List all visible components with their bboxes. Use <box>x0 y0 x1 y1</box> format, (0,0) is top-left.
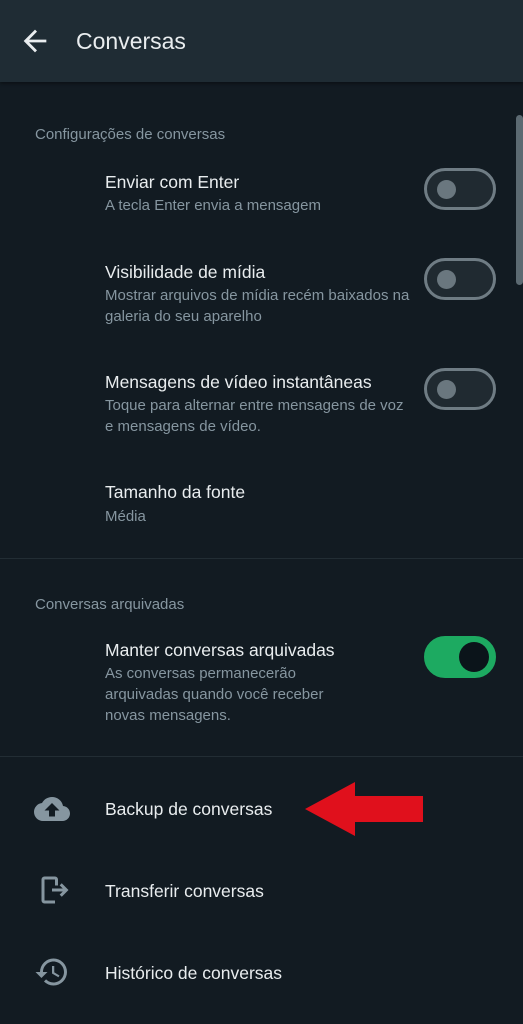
phone-transfer-icon <box>34 872 70 908</box>
setting-title: Mensagens de vídeo instantâneas <box>105 372 372 392</box>
history-icon <box>34 954 70 990</box>
setting-instant-video-messages[interactable]: Mensagens de vídeo instantâneas Toque pa… <box>0 360 523 460</box>
menu-item-transfer-chats[interactable]: Transferir conversas <box>0 852 523 930</box>
enter-to-send-toggle[interactable] <box>424 168 496 210</box>
page-title: Conversas <box>76 28 186 54</box>
setting-subtitle: A tecla Enter envia a mensagem <box>105 197 321 214</box>
setting-subtitle: Média <box>105 508 146 525</box>
setting-title: Enviar com Enter <box>105 172 240 192</box>
annotation-arrow-icon <box>305 782 423 836</box>
toggle-knob <box>437 380 456 399</box>
menu-item-label: Backup de conversas <box>105 799 273 819</box>
setting-subtitle: Toque para alternar entre mensagens de v… <box>105 397 404 435</box>
section-header-archived: Conversas arquivadas <box>35 596 185 613</box>
setting-title: Tamanho da fonte <box>105 482 246 502</box>
section-divider <box>0 558 523 559</box>
toggle-knob <box>459 642 489 672</box>
media-visibility-toggle[interactable] <box>424 258 496 300</box>
setting-title: Visibilidade de mídia <box>105 262 266 282</box>
top-app-bar: Conversas <box>0 0 523 82</box>
setting-keep-archived[interactable]: Manter conversas arquivadas As conversas… <box>0 628 523 748</box>
toggle-knob <box>437 270 456 289</box>
setting-enter-to-send[interactable]: Enviar com Enter A tecla Enter envia a m… <box>0 160 523 246</box>
back-button[interactable] <box>18 24 52 58</box>
menu-item-chat-history[interactable]: Histórico de conversas <box>0 934 523 1012</box>
menu-item-label: Transferir conversas <box>105 881 264 901</box>
keep-archived-toggle[interactable] <box>424 636 496 678</box>
menu-item-label: Histórico de conversas <box>105 963 283 983</box>
section-divider <box>0 756 523 757</box>
menu-item-chat-backup[interactable]: Backup de conversas <box>0 770 523 848</box>
setting-title: Manter conversas arquivadas <box>105 640 335 660</box>
setting-font-size[interactable]: Tamanho da fonte Média <box>0 470 523 550</box>
setting-subtitle: As conversas permanecerão arquivadas qua… <box>105 665 324 724</box>
section-header-chat-settings: Configurações de conversas <box>35 126 226 143</box>
setting-subtitle: Mostrar arquivos de mídia recém baixados… <box>105 287 410 325</box>
instant-video-toggle[interactable] <box>424 368 496 410</box>
toggle-knob <box>437 180 456 199</box>
cloud-upload-icon <box>34 791 70 827</box>
setting-media-visibility[interactable]: Visibilidade de mídia Mostrar arquivos d… <box>0 250 523 350</box>
arrow-left-icon <box>23 29 47 53</box>
